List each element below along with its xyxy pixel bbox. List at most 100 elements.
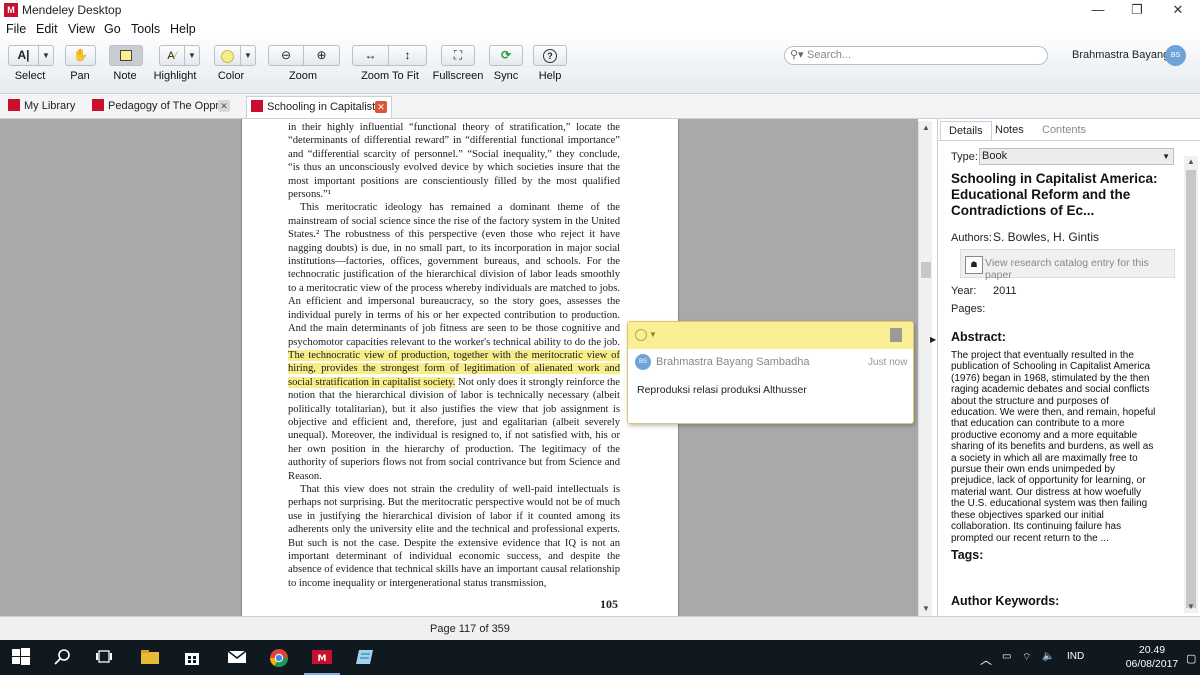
note-button[interactable] [109, 45, 143, 66]
sticky-note-popup[interactable]: ▼ BS Brahmastra Bayang Sambadha Just now… [627, 321, 914, 424]
pdf-paragraph[interactable]: in their highly influential “functional … [288, 121, 620, 201]
scroll-down-icon[interactable]: ▼ [919, 602, 933, 616]
sync-icon: ⟳ [500, 48, 512, 62]
notepad-icon[interactable] [355, 648, 375, 668]
abstract-text[interactable]: The project that eventually resulted in … [951, 350, 1157, 544]
fit-width-button[interactable]: ↔ [352, 45, 389, 66]
zoom-in-icon: ⊕ [316, 48, 327, 62]
battery-icon[interactable]: ▭ [1002, 651, 1011, 662]
zoom-out-button[interactable]: ⊖ [268, 45, 304, 66]
zoom-in-button[interactable]: ⊕ [304, 45, 340, 66]
note-avatar: BS [635, 354, 651, 370]
pdf-page[interactable]: in their highly influential “functional … [241, 119, 679, 616]
note-color-icon[interactable] [635, 329, 647, 341]
menu-bar: File Edit View Go Tools Help [0, 20, 1200, 39]
type-select[interactable]: Book ▼ [979, 148, 1174, 165]
details-scrollbar[interactable]: ▲ ▼ [1184, 156, 1198, 613]
menu-go[interactable]: Go [104, 22, 121, 36]
scroll-up-icon[interactable]: ▲ [1184, 156, 1198, 168]
volume-icon[interactable]: 🔈 [1042, 651, 1054, 662]
note-body[interactable]: Reproduksi relasi produksi Althusser [637, 384, 807, 396]
search-input[interactable]: Search... [784, 46, 1048, 65]
help-label: Help [538, 70, 562, 82]
tab-notes[interactable]: Notes [987, 121, 1032, 141]
page-number: 105 [600, 597, 618, 611]
network-icon[interactable]: ⌔ [1022, 651, 1031, 664]
document-title[interactable]: Schooling in Capitalist America: Educati… [951, 171, 1187, 219]
pdf-paragraph[interactable]: That this view does not strain the credu… [288, 483, 620, 590]
page-text[interactable]: in their highly influential “functional … [288, 121, 620, 590]
maximize-button[interactable]: ❐ [1117, 0, 1157, 20]
highlight-button[interactable]: A⁄ [159, 45, 185, 66]
body-text[interactable]: That this view does not strain the credu… [288, 484, 620, 589]
menu-view[interactable]: View [68, 22, 95, 36]
language-indicator[interactable]: IND [1067, 651, 1084, 662]
chevron-down-icon[interactable]: ▼ [649, 330, 657, 339]
select-button[interactable]: A| [8, 45, 39, 66]
tab-schooling[interactable]: Schooling in Capitalist ... ✕ [246, 96, 392, 118]
scroll-thumb[interactable] [1186, 170, 1196, 608]
search-icon[interactable] [54, 648, 74, 668]
fullscreen-button[interactable]: ⛶ [441, 45, 475, 66]
fit-height-button[interactable]: ↕ [389, 45, 427, 66]
view-catalog-button[interactable]: ☗ View research catalog entry for this p… [960, 249, 1175, 281]
highlight-dropdown[interactable]: ▼ [185, 45, 200, 66]
task-view-icon[interactable] [95, 648, 115, 668]
body-text[interactable]: This meritocratic ideology has remained … [288, 202, 620, 347]
body-text[interactable]: Not only does it strongly reinforce the … [288, 377, 620, 482]
tab-pedagogy[interactable]: Pedagogy of The Oppr... ✕ [88, 96, 236, 118]
body-text[interactable]: in their highly influential “functional … [288, 122, 620, 200]
tab-close-icon[interactable]: ✕ [375, 101, 387, 113]
note-header: ▼ [628, 322, 913, 349]
select-dropdown[interactable]: ▼ [39, 45, 54, 66]
authors-value[interactable]: S. Bowles, H. Gintis [993, 230, 1099, 244]
highlighter-icon: A⁄ [167, 50, 177, 62]
tab-my-library[interactable]: My Library [4, 96, 80, 118]
zoom-label: Zoom [288, 70, 318, 82]
taskbar: M ︿ ▭ ⌔ 🔈 IND 20.49 06/08/2017 ▢ [0, 640, 1200, 675]
hand-icon: ✋ [73, 48, 88, 62]
pdf-paragraph[interactable]: This meritocratic ideology has remained … [288, 201, 620, 483]
help-button[interactable]: ? [533, 45, 567, 66]
notification-icon[interactable]: ▢ [1186, 652, 1196, 665]
color-swatch-icon [221, 50, 234, 63]
close-button[interactable]: ✕ [1158, 0, 1198, 20]
color-dropdown[interactable]: ▼ [241, 45, 256, 66]
avatar[interactable]: BS [1165, 45, 1186, 66]
menu-edit[interactable]: Edit [36, 22, 58, 36]
tab-contents[interactable]: Contents [1034, 121, 1094, 141]
scroll-thumb[interactable] [921, 262, 931, 278]
tab-close-icon[interactable]: ✕ [218, 100, 230, 112]
minimize-button[interactable]: — [1078, 0, 1118, 20]
menu-tools[interactable]: Tools [131, 22, 160, 36]
pdf-scrollbar[interactable]: ▲ ▼ [918, 121, 933, 616]
sticky-note-icon [120, 50, 132, 61]
tab-details[interactable]: Details [940, 121, 992, 141]
search-icon: ⚲▾ [790, 49, 804, 61]
menu-file[interactable]: File [6, 22, 26, 36]
pan-button[interactable]: ✋ [65, 45, 96, 66]
chevron-up-icon[interactable]: ︿ [980, 651, 992, 668]
clock-time: 20.49 [1138, 644, 1166, 656]
details-panel: Details Notes Contents Type: Book ▼ Scho… [937, 119, 1200, 616]
scroll-up-icon[interactable]: ▲ [919, 121, 933, 135]
clock-date: 06/08/2017 [1125, 658, 1179, 670]
taskbar-clock[interactable]: 20.49 06/08/2017 [1122, 643, 1182, 671]
svg-text:M: M [318, 654, 327, 664]
year-value[interactable]: 2011 [993, 285, 1017, 297]
mendeley-taskbar-icon[interactable]: M [312, 648, 332, 668]
store-icon[interactable] [183, 648, 203, 668]
scroll-down-icon[interactable]: ▼ [1184, 601, 1198, 613]
note-timestamp: Just now [868, 357, 908, 368]
chrome-icon[interactable] [269, 648, 289, 668]
menu-help[interactable]: Help [170, 22, 196, 36]
color-button[interactable] [214, 45, 241, 66]
user-name[interactable]: Brahmastra Bayang [1072, 49, 1169, 61]
mail-icon[interactable] [227, 648, 247, 668]
sync-button[interactable]: ⟳ [489, 45, 523, 66]
collapse-panel-icon[interactable]: ▶ [930, 335, 936, 344]
fit-height-icon: ↕ [404, 48, 411, 62]
windows-start-icon[interactable] [12, 648, 32, 668]
file-explorer-icon[interactable] [140, 648, 160, 668]
trash-icon[interactable] [890, 328, 902, 342]
